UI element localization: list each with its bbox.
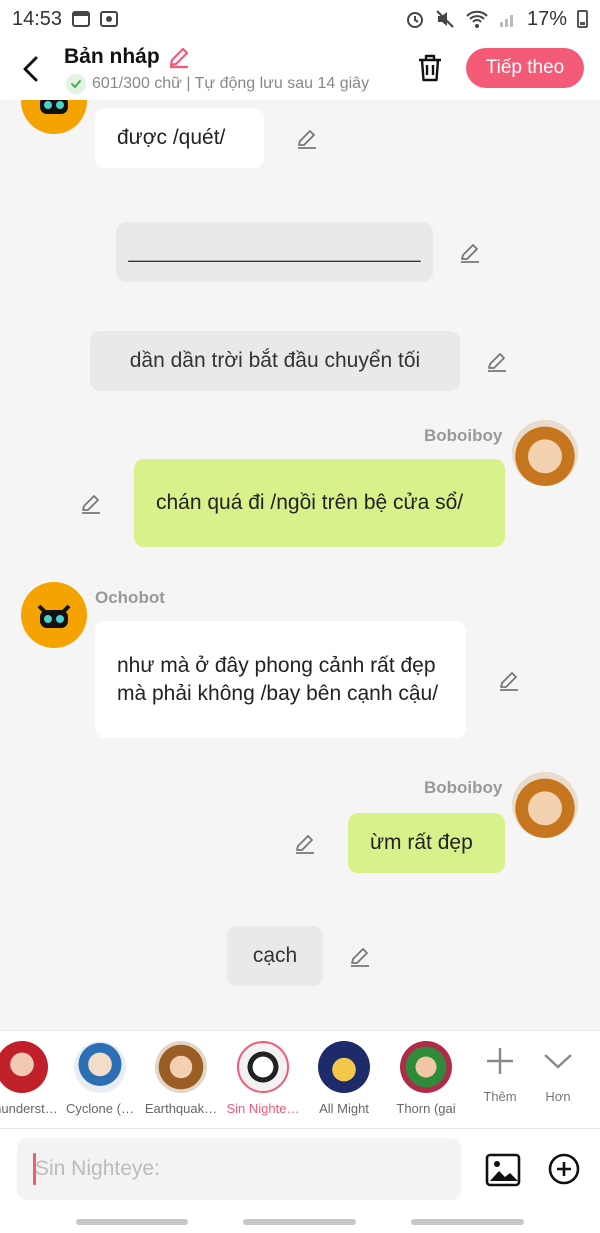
character-label: Sin Nighte…: [226, 1101, 300, 1116]
chevron-down-icon: [544, 1054, 572, 1069]
narration-bubble[interactable]: cạch: [227, 926, 323, 986]
edit-message-button[interactable]: [347, 943, 373, 969]
expand-characters-label: Hơn: [545, 1089, 571, 1104]
sender-name: Boboiboy: [424, 778, 503, 797]
gallery-icon: [100, 11, 119, 27]
check-icon: [66, 74, 86, 94]
character-selector: Thunderst… Cyclone (… Earthquak… Sin Nig…: [0, 1030, 600, 1128]
narration-bubble[interactable]: _________________________: [116, 222, 433, 282]
character-avatar: [0, 1041, 48, 1093]
ochobot-avatar[interactable]: [21, 582, 87, 648]
plus-circle-icon: [548, 1153, 580, 1185]
message-input-bar: [0, 1128, 600, 1210]
pencil-icon: [461, 244, 479, 263]
signal-icon: [499, 15, 513, 27]
header: Bản nháp 601/300 chữ | Tự động lưu sau 1…: [0, 38, 600, 100]
character-label: Earthquak…: [144, 1101, 218, 1116]
character-avatar: [318, 1041, 370, 1093]
character-option[interactable]: Cyclone (…: [60, 1041, 140, 1116]
status-bar: 14:53 17%: [0, 0, 600, 38]
edit-message-button[interactable]: [457, 239, 483, 265]
battery-percent: 17%: [526, 7, 567, 30]
message-text: _________________________: [128, 240, 421, 263]
boboiboy-avatar[interactable]: [512, 420, 578, 486]
message-text: như mà ở đây phong cảnh rất đẹp mà phải …: [117, 653, 439, 705]
message-input[interactable]: [17, 1138, 461, 1200]
system-nav-bar: [0, 1210, 600, 1233]
next-button[interactable]: Tiếp theo: [466, 48, 584, 88]
text-caret: [33, 1153, 36, 1185]
edit-message-button[interactable]: [496, 667, 522, 693]
character-avatar: [155, 1041, 207, 1093]
character-option-selected[interactable]: Sin Nighte…: [223, 1041, 303, 1116]
message-text: cạch: [252, 944, 298, 967]
plus-icon: [487, 1048, 513, 1074]
status-time: 14:53: [12, 7, 63, 30]
add-character-label: Thêm: [483, 1089, 517, 1104]
ochobot-avatar[interactable]: [21, 100, 87, 134]
character-option[interactable]: Earthquak…: [141, 1041, 221, 1116]
edit-message-button[interactable]: [484, 348, 510, 374]
message-bubble[interactable]: như mà ở đây phong cảnh rất đẹp mà phải …: [95, 621, 466, 738]
message-text: ừm rất đẹp: [370, 831, 473, 854]
boboiboy-avatar[interactable]: [512, 772, 578, 838]
character-avatar: [74, 1041, 126, 1093]
battery-icon: [577, 10, 588, 28]
image-icon: [485, 1153, 521, 1187]
character-label: All Might: [319, 1101, 369, 1116]
back-arrow-icon: [23, 56, 38, 82]
character-label: Cyclone (…: [66, 1101, 134, 1116]
calendar-icon: [72, 11, 91, 27]
pencil-icon: [82, 495, 100, 514]
pencil-icon: [488, 353, 506, 372]
insert-image-button[interactable]: [484, 1151, 522, 1189]
narration-bubble[interactable]: dần dần trời bắt đầu chuyển tối: [90, 331, 460, 391]
nav-back-pill[interactable]: [411, 1219, 524, 1225]
edit-message-button[interactable]: [294, 125, 320, 151]
character-option[interactable]: Thunderst…: [0, 1041, 62, 1116]
word-count-autosave-text: 601/300 chữ | Tự động lưu sau 14 giây: [92, 75, 370, 92]
character-option[interactable]: Thorn (gai: [386, 1041, 466, 1116]
sender-name: Ochobot: [95, 588, 165, 607]
character-option[interactable]: All Might: [304, 1041, 384, 1116]
pencil-icon: [351, 948, 369, 967]
message-text: chán quá đi /ngồi trên bệ cửa sổ/: [156, 491, 464, 514]
pencil-icon: [296, 835, 314, 854]
user-message-bubble[interactable]: ừm rất đẹp: [348, 813, 505, 873]
sender-name: Boboiboy: [424, 426, 503, 445]
nav-recent-pill[interactable]: [76, 1219, 188, 1225]
delete-button[interactable]: [412, 50, 448, 86]
mute-icon: [436, 10, 454, 28]
edit-message-button[interactable]: [292, 830, 318, 856]
chat-area[interactable]: được /quét/ _________________________ dầ…: [0, 100, 600, 1030]
message-bubble[interactable]: được /quét/: [95, 108, 264, 168]
autosave-status: 601/300 chữ | Tự động lưu sau 14 giây: [66, 74, 392, 94]
add-content-button[interactable]: [546, 1151, 582, 1187]
user-message-bubble[interactable]: chán quá đi /ngồi trên bệ cửa sổ/: [134, 459, 505, 547]
wifi-icon: [466, 10, 488, 28]
pencil-icon: [500, 672, 518, 691]
pencil-icon: [298, 130, 316, 149]
alarm-icon: [406, 12, 423, 28]
edit-message-button[interactable]: [78, 490, 104, 516]
title-row[interactable]: Bản nháp: [64, 44, 192, 70]
page-title: Bản nháp: [64, 45, 160, 68]
character-avatar: [237, 1041, 289, 1093]
character-label: Thorn (gai: [396, 1101, 456, 1116]
nav-home-pill[interactable]: [243, 1219, 356, 1225]
message-text: dần dần trời bắt đầu chuyển tối: [129, 349, 421, 372]
character-avatar: [400, 1041, 452, 1093]
add-character-button[interactable]: Thêm: [472, 1043, 528, 1104]
back-button[interactable]: [14, 52, 48, 86]
message-text: được /quét/: [117, 126, 226, 149]
trash-icon: [419, 54, 441, 82]
edit-title-pencil-icon[interactable]: [166, 44, 192, 70]
character-label: Thunderst…: [0, 1101, 58, 1116]
expand-characters-button[interactable]: Hơn: [530, 1043, 586, 1104]
chat-editor-screen: 14:53 17% Bản nháp 601/300 chữ | Tự động…: [0, 0, 600, 1233]
